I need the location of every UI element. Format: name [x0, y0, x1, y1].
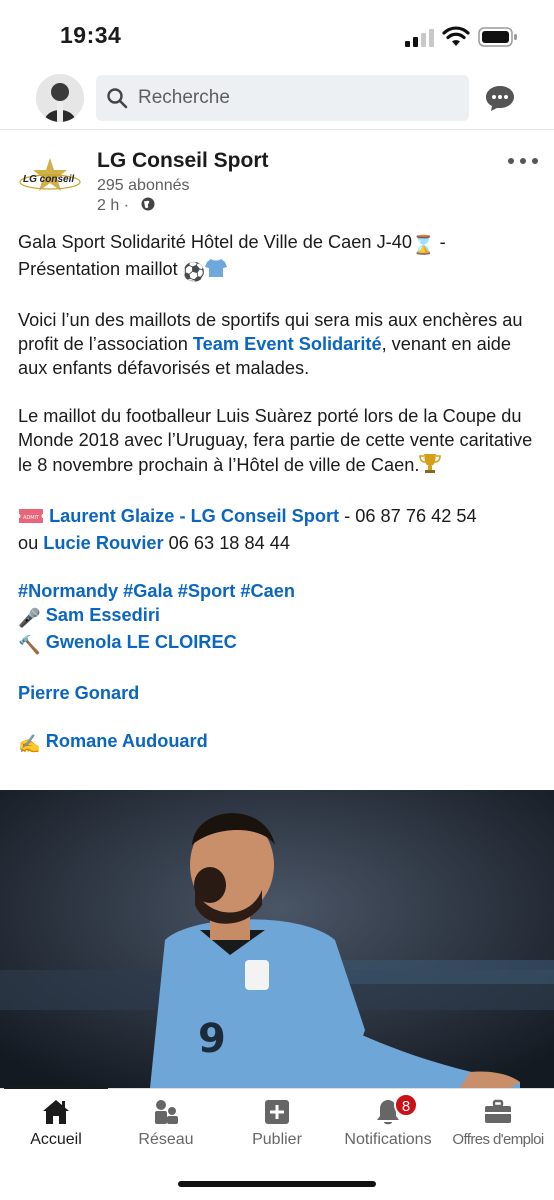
- contact-or: ou: [18, 533, 44, 553]
- post-tags: #Normandy #Gala #Sport #Caen 🎤 Sam Essed…: [18, 579, 538, 657]
- profile-avatar[interactable]: [36, 74, 84, 122]
- company-logo-text: LG conseil: [23, 174, 75, 185]
- bottom-navigation: Accueil Réseau Publier 8 Notifications O…: [0, 1087, 554, 1200]
- nav-network[interactable]: Réseau: [110, 1089, 222, 1159]
- mention-gwenola[interactable]: Gwenola LE CLOIREC: [46, 632, 237, 652]
- post-title-line2: Présentation maillot: [18, 259, 183, 279]
- hourglass-icon: ⌛: [411, 235, 435, 255]
- status-time: 19:34: [60, 22, 122, 48]
- post-mention-pierre: Pierre Gonard: [18, 681, 538, 705]
- nav-jobs-label: Offres d'emploi: [452, 1131, 544, 1148]
- home-icon: [43, 1100, 69, 1124]
- follower-count: 295 abonnés: [97, 177, 190, 194]
- wifi-icon: [442, 26, 470, 46]
- search-icon: [107, 88, 128, 109]
- post-mention-romane: ✍ Romane Audouard: [18, 729, 538, 756]
- post-header: LG conseil LG Conseil Sport 295 abonnés …: [0, 130, 554, 220]
- post-paragraph-association: Voici l’un des maillots de sportifs qui …: [18, 308, 538, 380]
- nav-post[interactable]: Publier: [221, 1089, 333, 1159]
- post-photo: 9: [0, 790, 554, 1088]
- contact-link-lg-conseil[interactable]: LG Conseil Sport: [191, 506, 340, 526]
- writing-hand-icon: ✍: [18, 734, 41, 754]
- active-tab-indicator: [4, 1087, 108, 1089]
- post-icon: [265, 1100, 289, 1124]
- post-image[interactable]: 9: [0, 790, 554, 1088]
- battery-icon: [478, 27, 517, 47]
- contact-link-lucie[interactable]: Lucie Rouvier: [43, 533, 163, 553]
- hammer-icon: 🔨: [18, 635, 41, 655]
- ticket-icon: ADMIT: [18, 507, 44, 531]
- post-paragraph-jersey: Le maillot du footballeur Luis Suàrez po…: [18, 404, 538, 480]
- mention-pierre[interactable]: Pierre Gonard: [18, 683, 139, 703]
- nav-jobs[interactable]: Offres d'emploi: [442, 1089, 554, 1159]
- association-link[interactable]: Team Event Solidarité: [193, 334, 382, 354]
- nav-network-label: Réseau: [138, 1131, 194, 1148]
- post-title-line1: Gala Sport Solidarité Hôtel de Ville de …: [18, 232, 412, 252]
- post-text: Gala Sport Solidarité Hôtel de Ville de …: [18, 230, 538, 780]
- nav-notifications[interactable]: 8 Notifications: [332, 1089, 444, 1159]
- top-bar: [0, 64, 554, 130]
- status-bar: 19:34: [0, 0, 554, 64]
- post-title: Gala Sport Solidarité Hôtel de Ville de …: [18, 230, 538, 284]
- network-icon: [155, 1100, 178, 1124]
- post-contacts: ADMIT Laurent Glaize - LG Conseil Sport …: [18, 504, 538, 555]
- contact-phone-2: 06 63 18 84 44: [163, 533, 290, 553]
- svg-text:9: 9: [198, 1016, 226, 1062]
- contact-phone-1: - 06 87 76 42 54: [339, 506, 477, 526]
- nav-home[interactable]: Accueil: [0, 1087, 112, 1159]
- cellular-signal-icon: [405, 29, 434, 47]
- trophy-icon: [419, 452, 442, 480]
- search-input[interactable]: [138, 75, 458, 121]
- microphone-icon: 🎤: [18, 608, 41, 628]
- mention-sam[interactable]: Sam Essediri: [46, 605, 160, 625]
- svg-text:ADMIT: ADMIT: [23, 515, 40, 521]
- jersey-icon: [205, 258, 228, 284]
- contact-link-laurent[interactable]: Laurent Glaize: [49, 506, 174, 526]
- search-bar[interactable]: [96, 75, 469, 121]
- hashtags[interactable]: #Normandy #Gala #Sport #Caen: [18, 579, 538, 603]
- notification-badge: 8: [394, 1093, 418, 1117]
- home-indicator: [178, 1181, 376, 1187]
- contact-separator: -: [174, 506, 191, 526]
- soccer-ball-icon: ⚽: [182, 262, 206, 282]
- nav-home-label: Accueil: [30, 1131, 82, 1148]
- briefcase-icon: [485, 1099, 511, 1123]
- nav-post-label: Publier: [252, 1131, 302, 1148]
- post-time: 2 h ·: [97, 197, 130, 214]
- company-name[interactable]: LG Conseil Sport: [97, 149, 269, 173]
- post-title-suffix: -: [434, 232, 446, 252]
- post-paragraph-jersey-text: Le maillot du footballeur Luis Suàrez po…: [18, 406, 533, 475]
- globe-icon: [141, 197, 155, 211]
- nav-notifications-label: Notifications: [344, 1131, 432, 1148]
- messaging-icon[interactable]: [484, 84, 516, 112]
- more-options-icon[interactable]: [506, 156, 540, 166]
- avatar-photo: [36, 74, 84, 122]
- mention-romane[interactable]: Romane Audouard: [46, 731, 208, 751]
